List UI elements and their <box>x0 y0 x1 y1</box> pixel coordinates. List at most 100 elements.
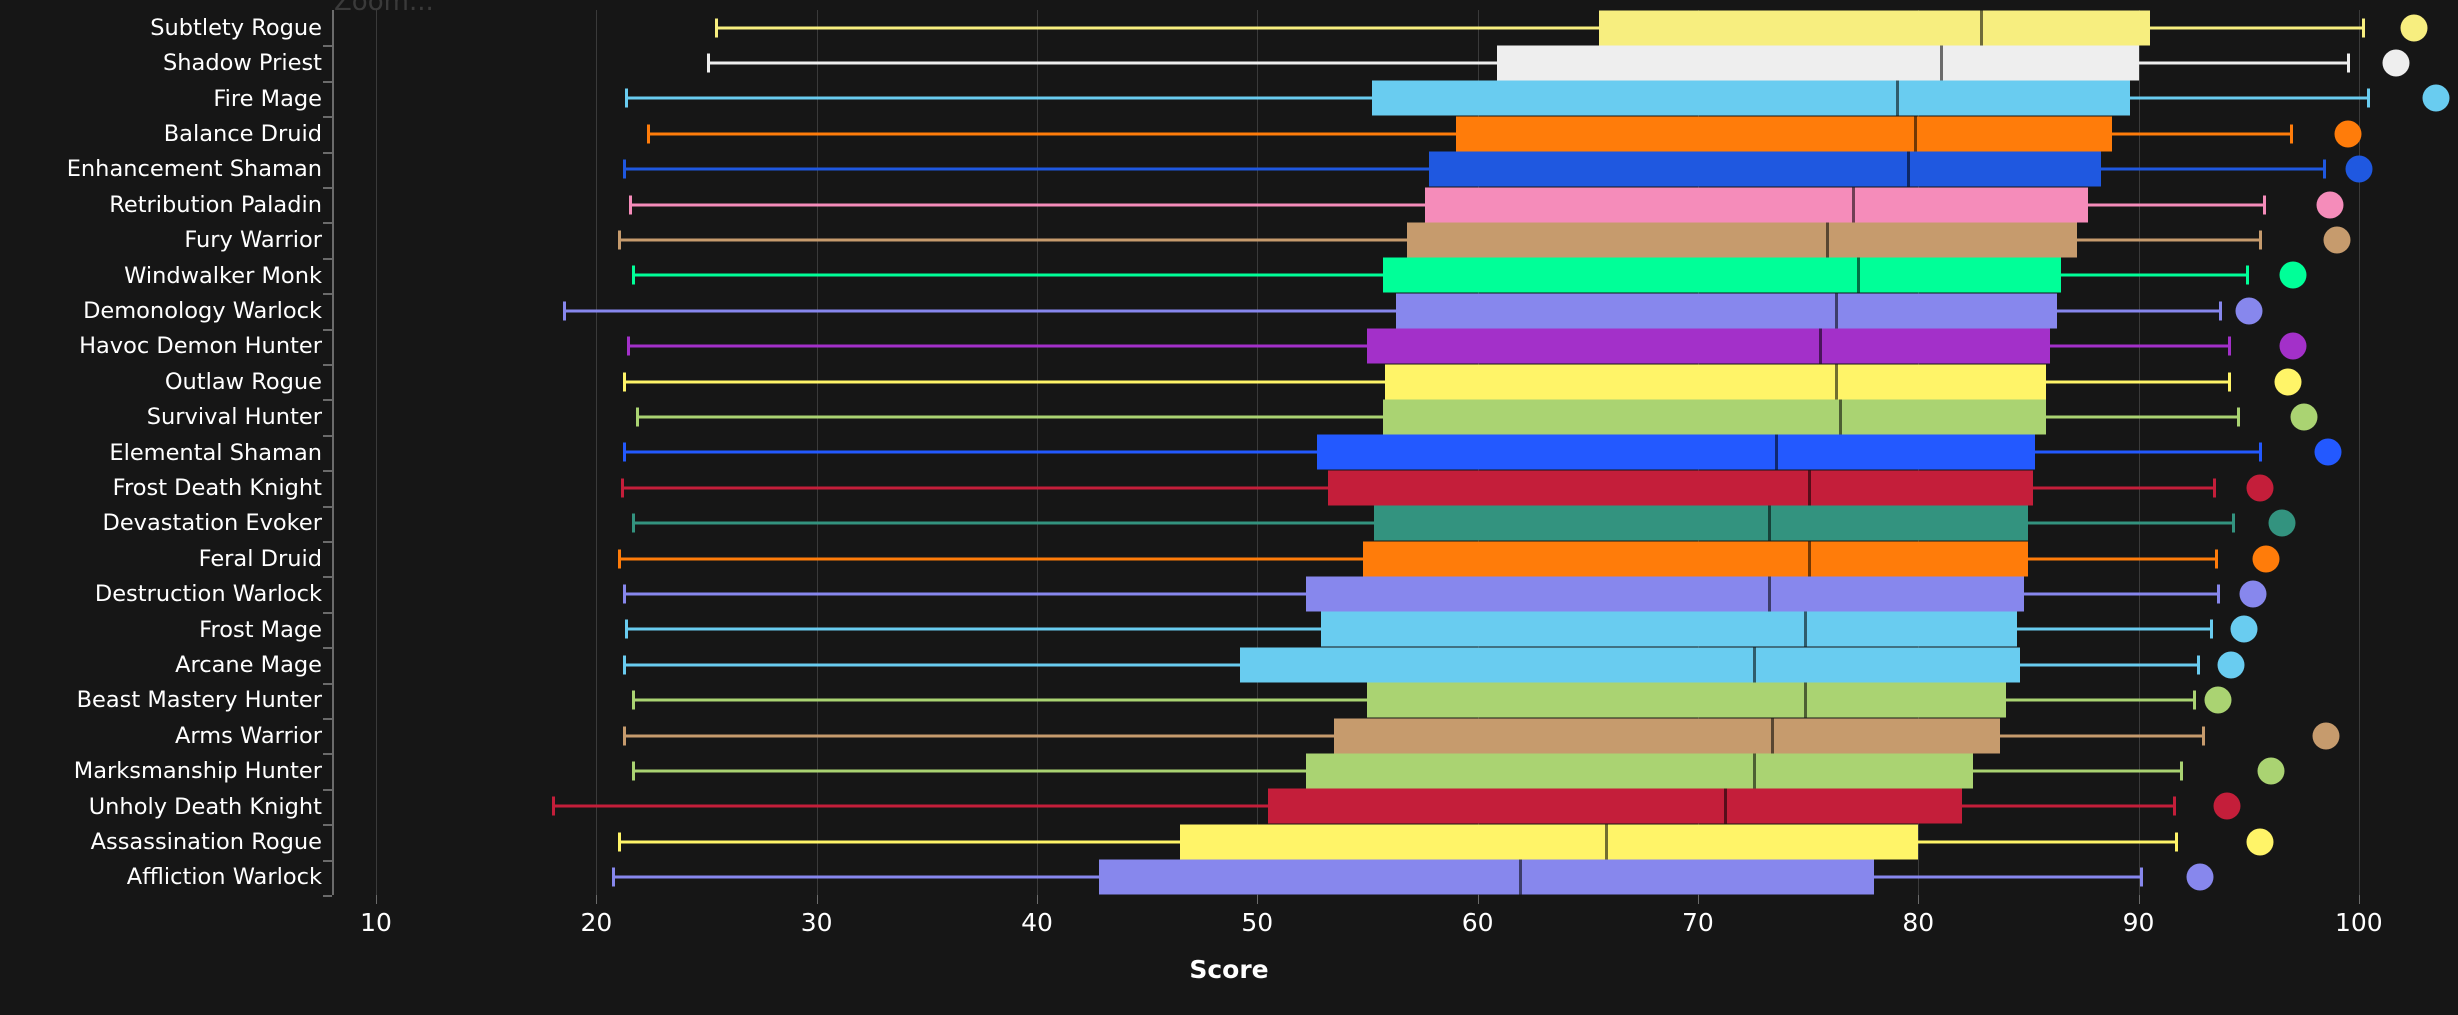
median-line <box>1803 682 1807 718</box>
y-axis-label: Subtlety Rogue <box>150 14 322 41</box>
outlier-point[interactable] <box>2186 863 2214 891</box>
boxplot-row[interactable] <box>332 788 2458 824</box>
x-tick-label: 10 <box>360 908 392 937</box>
outlier-point[interactable] <box>2230 615 2258 643</box>
box-iqr[interactable] <box>1385 364 2046 400</box>
outlier-point[interactable] <box>2257 757 2285 785</box>
box-iqr[interactable] <box>1371 80 2130 116</box>
outlier-point[interactable] <box>2314 438 2342 466</box>
boxplot-row[interactable] <box>332 718 2458 754</box>
box-iqr[interactable] <box>1305 753 1974 789</box>
y-axis-label: Affliction Warlock <box>126 864 322 891</box>
whisker-cap-low <box>636 407 640 427</box>
boxplot-row[interactable] <box>332 682 2458 718</box>
y-tick-mark <box>323 293 332 296</box>
boxplot-row[interactable] <box>332 505 2458 541</box>
whisker-cap-high <box>2201 726 2205 746</box>
outlier-point[interactable] <box>2400 14 2428 42</box>
box-iqr[interactable] <box>1455 116 2113 152</box>
outlier-point[interactable] <box>2316 191 2344 219</box>
box-iqr[interactable] <box>1367 328 2051 364</box>
outlier-point[interactable] <box>2345 155 2373 183</box>
boxplot-row[interactable] <box>332 257 2458 293</box>
outlier-point[interactable] <box>2312 722 2340 750</box>
outlier-point[interactable] <box>2274 368 2302 396</box>
whisker-cap-high <box>2219 301 2223 321</box>
y-axis-label: Balance Druid <box>163 120 322 147</box>
box-iqr[interactable] <box>1316 434 2035 470</box>
box-iqr[interactable] <box>1305 576 2024 612</box>
box-iqr[interactable] <box>1407 222 2077 258</box>
outlier-point[interactable] <box>2334 120 2362 148</box>
boxplot-row[interactable] <box>332 576 2458 612</box>
box-iqr[interactable] <box>1497 45 2139 81</box>
box-iqr[interactable] <box>1382 257 2062 293</box>
outlier-point[interactable] <box>2268 509 2296 537</box>
median-line <box>1605 824 1609 860</box>
boxplot-row[interactable] <box>332 753 2458 789</box>
median-line <box>1519 859 1523 895</box>
y-tick-mark <box>323 364 332 366</box>
box-iqr[interactable] <box>1367 682 2007 718</box>
outlier-point[interactable] <box>2204 686 2232 714</box>
boxplot-row[interactable] <box>332 187 2458 223</box>
box-iqr[interactable] <box>1180 824 1919 860</box>
boxplot-row[interactable] <box>332 824 2458 860</box>
outlier-point[interactable] <box>2279 261 2307 289</box>
boxplot-row[interactable] <box>332 222 2458 258</box>
y-axis-label: Frost Death Knight <box>112 474 322 501</box>
boxplot-row[interactable] <box>332 611 2458 647</box>
outlier-point[interactable] <box>2290 403 2318 431</box>
outlier-point[interactable] <box>2246 474 2274 502</box>
x-tick-mark <box>2138 895 2140 904</box>
outlier-point[interactable] <box>2246 828 2274 856</box>
boxplot-row[interactable] <box>332 399 2458 435</box>
boxplot-row[interactable] <box>332 647 2458 683</box>
box-iqr[interactable] <box>1239 647 2020 683</box>
box-iqr[interactable] <box>1268 788 1963 824</box>
x-tick-mark <box>1918 895 1920 904</box>
box-iqr[interactable] <box>1598 10 2150 46</box>
outlier-point[interactable] <box>2213 792 2241 820</box>
y-axis-label: Outlaw Rogue <box>164 368 322 395</box>
outlier-point[interactable] <box>2382 49 2410 77</box>
whisker-cap-low <box>631 690 635 710</box>
boxplot-row[interactable] <box>332 45 2458 81</box>
boxplot-row[interactable] <box>332 10 2458 46</box>
y-axis-label: Survival Hunter <box>146 404 322 431</box>
boxplot-row[interactable] <box>332 859 2458 895</box>
outlier-point[interactable] <box>2323 226 2351 254</box>
outlier-point[interactable] <box>2252 545 2280 573</box>
box-iqr[interactable] <box>1429 151 2102 187</box>
box-iqr[interactable] <box>1098 859 1875 895</box>
y-tick-mark <box>323 788 332 791</box>
boxplot-row[interactable] <box>332 293 2458 329</box>
outlier-point[interactable] <box>2422 84 2450 112</box>
box-iqr[interactable] <box>1321 611 2018 647</box>
y-tick-mark <box>323 222 332 225</box>
boxplot-row[interactable] <box>332 541 2458 577</box>
outlier-point[interactable] <box>2279 332 2307 360</box>
boxplot-row[interactable] <box>332 434 2458 470</box>
boxplot-row[interactable] <box>332 80 2458 116</box>
box-iqr[interactable] <box>1363 541 2029 577</box>
box-iqr[interactable] <box>1327 470 2033 506</box>
boxplot-row[interactable] <box>332 116 2458 152</box>
x-tick-label: 90 <box>2122 908 2155 937</box>
y-tick-mark <box>323 434 332 437</box>
box-iqr[interactable] <box>1382 399 2046 435</box>
boxplot-row[interactable] <box>332 470 2458 506</box>
box-iqr[interactable] <box>1396 293 2058 329</box>
boxplot-row[interactable] <box>332 151 2458 187</box>
outlier-point[interactable] <box>2217 651 2245 679</box>
box-iqr[interactable] <box>1374 505 2029 541</box>
outlier-point[interactable] <box>2235 297 2263 325</box>
outlier-point[interactable] <box>2239 580 2267 608</box>
boxplot-row[interactable] <box>332 364 2458 400</box>
x-axis: 10 20 30 40 50 60 70 80 90 100 <box>332 895 2458 955</box>
boxplot-row[interactable] <box>332 328 2458 364</box>
box-iqr[interactable] <box>1334 718 2000 754</box>
box-iqr[interactable] <box>1424 187 2088 223</box>
whisker-cap-high <box>2210 619 2214 639</box>
median-line <box>1825 222 1829 258</box>
